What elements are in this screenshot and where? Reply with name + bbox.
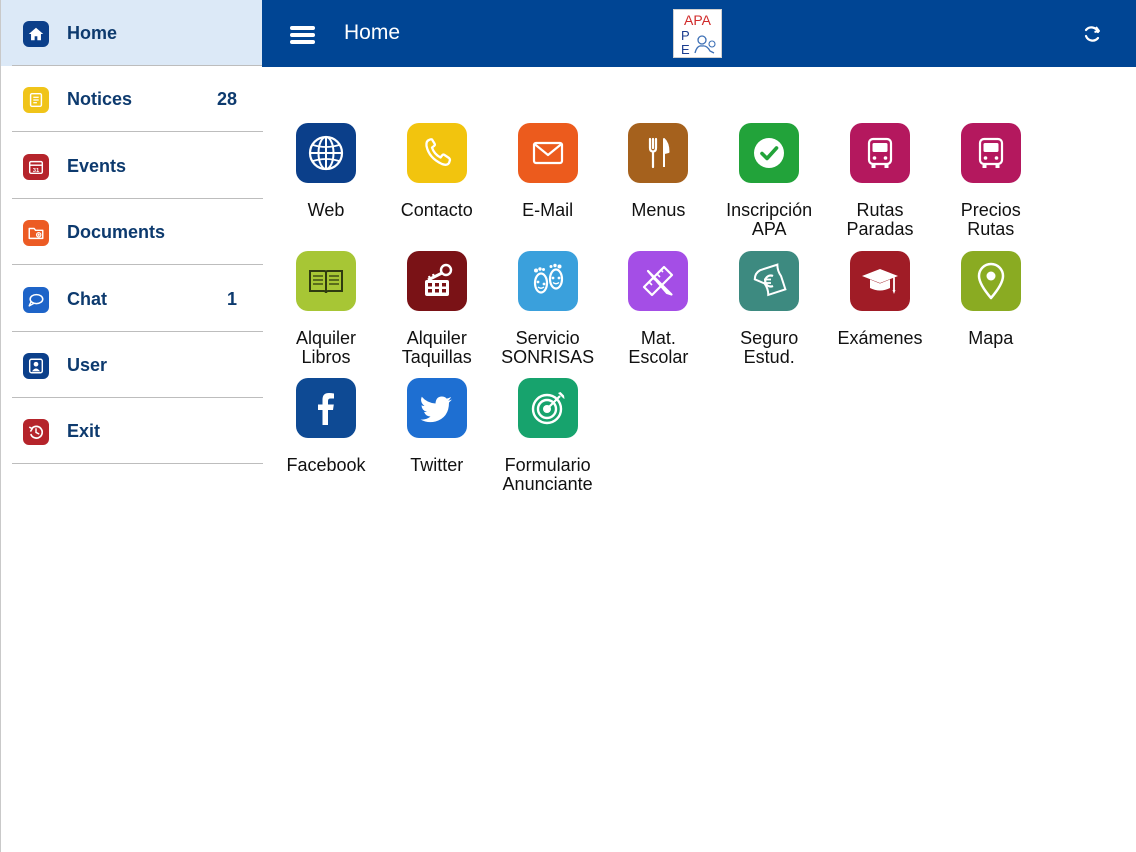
refresh-button[interactable]	[1082, 24, 1102, 44]
tile-e-mail[interactable]: E-Mail	[493, 123, 603, 243]
tile-alquiler-taquillas[interactable]: Alquiler Taquillas	[382, 250, 492, 371]
sidebar-item-label: User	[67, 355, 108, 375]
sidebar-item-label: Events	[67, 155, 127, 176]
tile-label: Mapa	[926, 327, 1056, 348]
sidebar-item-user[interactable]: User	[1, 332, 263, 398]
tile-formulario-anunciante[interactable]: Formulario Anunciante	[493, 378, 603, 498]
sidebar-item-chat[interactable]: Chat 1	[1, 266, 263, 332]
tile-twitter[interactable]: Twitter	[382, 378, 492, 498]
home-grid: Web Contacto E-Mail Menus Inscripción APA Ruta…	[262, 67, 1136, 852]
refresh-icon	[1084, 26, 1100, 42]
tile-mat-escolar[interactable]: Mat. Escolar	[603, 250, 713, 371]
tile-label-line: Precios	[960, 200, 1021, 220]
sidebar-item-events[interactable]: 31 Events	[1, 133, 263, 199]
svg-text:P: P	[681, 28, 690, 43]
tile-inscripción-apa[interactable]: Inscripción APA	[714, 123, 824, 243]
target-icon	[517, 378, 578, 438]
svg-text:APA: APA	[684, 12, 712, 28]
sidebar-item-label: Home	[67, 23, 118, 43]
count-badge: 1	[226, 288, 237, 309]
tile-web[interactable]: Web	[271, 123, 381, 243]
hamburger-icon-bar	[290, 33, 315, 37]
tile-label-line: Rutas	[967, 219, 1015, 239]
sidebar-item-documents[interactable]: Documents	[1, 199, 263, 266]
svg-text:31: 31	[33, 168, 40, 174]
pencil-ruler-icon	[628, 250, 689, 311]
footprints-icon	[517, 250, 578, 311]
sidebar-item-label: Chat	[67, 288, 107, 309]
tile-facebook[interactable]: Facebook	[271, 378, 381, 498]
page-title: Home	[344, 21, 401, 44]
sidebar-item-label: Exit	[67, 421, 101, 442]
check-icon	[739, 123, 800, 183]
globe-icon	[296, 123, 356, 183]
tile-mapa[interactable]: Mapa	[936, 250, 1046, 371]
exit-icon	[23, 419, 49, 446]
twitter-icon	[406, 378, 467, 438]
sidebar-item-notices[interactable]: Notices 28	[1, 66, 263, 133]
map-pin-icon	[960, 250, 1021, 311]
count-badge: 28	[216, 89, 237, 110]
hamburger-icon	[290, 26, 315, 30]
tile-alquiler-libros[interactable]: Alquiler Libros	[271, 250, 381, 371]
tile-menus[interactable]: Menus	[603, 123, 713, 243]
tile-exámenes[interactable]: Exámenes	[825, 250, 935, 371]
graduation-cap-icon	[850, 250, 910, 311]
phone-icon	[406, 123, 467, 183]
tile-label-line: Formulario	[504, 455, 591, 475]
tile-seguro-estud[interactable]: Seguro Estud.	[714, 250, 824, 371]
sidebar-item-home[interactable]: Home	[1, 0, 263, 66]
folder-icon	[23, 220, 49, 247]
sidebar-item-exit[interactable]: Exit	[1, 398, 263, 465]
sidebar: Home Notices 28 31 Events Documents Chat 1 User E…	[0, 0, 263, 852]
hamburger-icon-bar	[290, 40, 315, 44]
tile-contacto[interactable]: Contacto	[382, 123, 492, 243]
chat-icon	[23, 286, 49, 313]
divider	[12, 463, 263, 465]
sidebar-item-label: Documents	[67, 222, 166, 243]
book-icon	[296, 250, 356, 311]
cutlery-icon	[628, 123, 689, 183]
facebook-icon	[296, 378, 356, 438]
tile-label-line: Estud.	[743, 346, 795, 367]
bus-icon	[960, 123, 1021, 183]
bus-icon	[850, 123, 910, 183]
notices-icon	[23, 87, 49, 114]
tile-label-line: Anunciante	[502, 474, 593, 494]
svg-text:E: E	[681, 42, 690, 57]
calendar-icon: 31	[23, 153, 49, 180]
locker-key-icon	[406, 250, 467, 311]
tile-label-line: Mapa	[968, 327, 1014, 348]
sidebar-item-label: Notices	[67, 89, 133, 110]
menu-button[interactable]	[290, 24, 316, 44]
apa-logo: APA P E	[673, 9, 722, 58]
top-bar: Home APA P E	[262, 0, 1136, 67]
tile-servicio-sonrisas[interactable]: Servicio SONRISAS	[493, 250, 603, 371]
home-icon	[23, 21, 49, 47]
tile-rutas-paradas[interactable]: Rutas Paradas	[825, 123, 935, 243]
tile-label: Precios Rutas	[926, 201, 1056, 239]
user-icon	[23, 353, 49, 379]
euro-note-icon	[739, 250, 800, 311]
tile-precios-rutas[interactable]: Precios Rutas	[936, 123, 1046, 243]
tile-label: Formulario Anunciante	[483, 456, 613, 494]
envelope-icon	[517, 123, 578, 183]
